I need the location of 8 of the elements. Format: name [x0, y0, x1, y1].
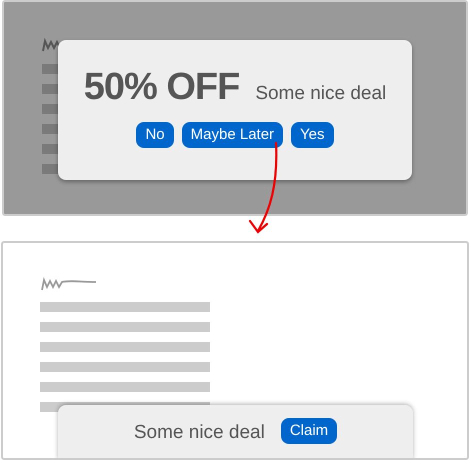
choice-button[interactable]: Maybe Later [182, 122, 284, 148]
choice-button[interactable]: Yes [291, 122, 334, 148]
discount-headline: 50% OFF [84, 68, 240, 106]
claim-button[interactable]: Claim [280, 418, 338, 444]
scribble-icon [40, 276, 98, 292]
offer-message: Some nice deal [134, 423, 265, 442]
offer-message: Some nice deal [255, 84, 386, 103]
choice-button[interactable]: No [136, 122, 174, 148]
